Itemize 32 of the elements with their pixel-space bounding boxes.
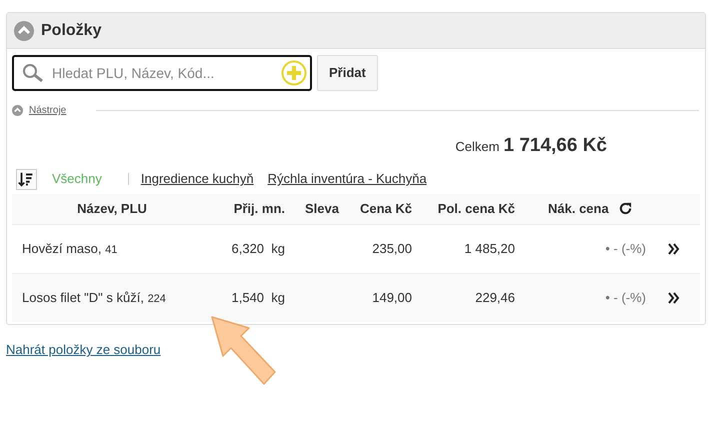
- quantity-cell: 1,540 kg: [232, 290, 285, 305]
- column-header: Cena Kč: [360, 200, 412, 216]
- panel-title: Položky: [41, 20, 102, 40]
- item-name: Hovězí maso, 41: [22, 240, 118, 256]
- price-cell: 149,00: [372, 290, 412, 305]
- column-header: Sleva: [305, 200, 339, 216]
- tools-link[interactable]: Nástroje: [29, 103, 66, 118]
- total-label: Celkem: [455, 138, 500, 156]
- filter-link[interactable]: Ingredience kuchyň: [140, 169, 254, 189]
- refresh-icon[interactable]: [618, 202, 632, 215]
- search-field[interactable]: Hledat PLU, Název, Kód...: [12, 55, 312, 91]
- column-header: Název, PLU: [77, 200, 147, 216]
- search-icon: [22, 63, 44, 83]
- add-button[interactable]: Přidat: [317, 55, 378, 91]
- item-name: Losos filet "D" s kůží, 224: [22, 290, 166, 305]
- filter-link[interactable]: Rýchla inventúra - Kuchyňa: [268, 169, 427, 189]
- column-header: Pol. cena Kč: [438, 200, 515, 216]
- quantity-cell: 6,320 kg: [232, 240, 285, 256]
- column-header: Nák. cena: [548, 200, 609, 218]
- double-chevron-icon[interactable]: [668, 292, 680, 304]
- column-header: Přij. mn.: [234, 200, 285, 216]
- collapse-icon[interactable]: [14, 20, 34, 40]
- upload-link[interactable]: Nahrát položky ze souboru: [6, 340, 161, 360]
- purchase-price-cell: • - (-%): [605, 240, 646, 256]
- price-cell: 235,00: [372, 240, 412, 256]
- purchase-price-cell: • - (-%): [605, 290, 646, 305]
- double-chevron-icon[interactable]: [668, 242, 680, 254]
- total-cell: 1 485,20: [464, 240, 515, 256]
- collapse-icon[interactable]: [12, 105, 23, 116]
- sort-icon[interactable]: [16, 168, 37, 190]
- total-value: 1 714,66 Kč: [503, 134, 607, 158]
- total-cell: 229,46: [475, 290, 515, 305]
